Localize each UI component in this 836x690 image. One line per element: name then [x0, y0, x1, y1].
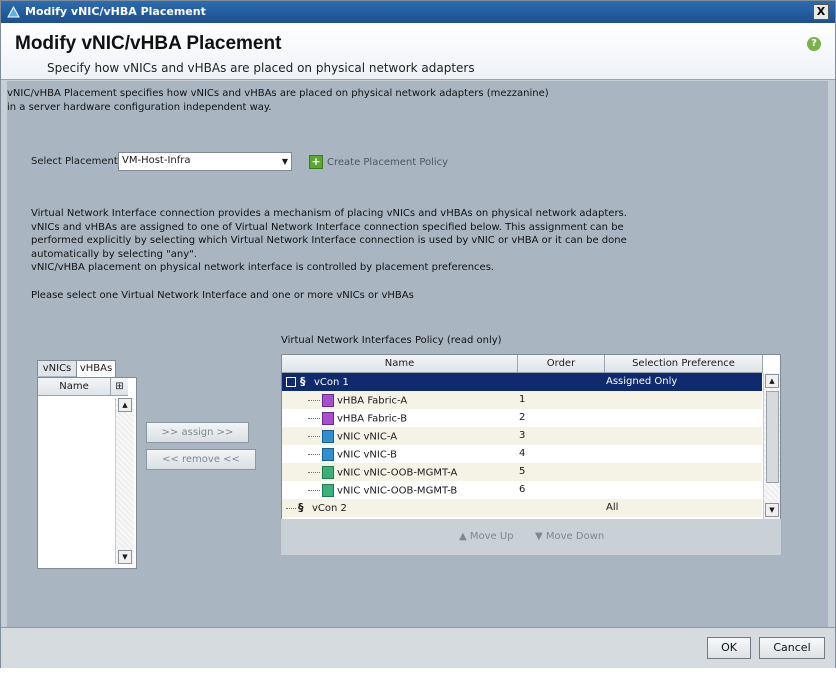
collapse-icon[interactable] — [286, 377, 296, 387]
tree-line — [308, 490, 320, 491]
tree-line — [308, 400, 320, 401]
row-name: vNIC vNIC-A — [337, 431, 398, 443]
create-placement-policy-link[interactable]: + Create Placement Policy — [309, 155, 448, 169]
tab-vhbas[interactable]: vHBAs — [76, 360, 116, 377]
title-bar[interactable]: Modify vNIC/vHBA Placement X — [1, 1, 835, 23]
row-order: 6 — [519, 484, 526, 495]
window-title: Modify vNIC/vHBA Placement — [25, 5, 206, 18]
scroll-down-icon[interactable]: ▼ — [765, 503, 779, 517]
app-icon — [7, 6, 20, 18]
vnic-oob-icon — [322, 484, 334, 497]
vhba-icon — [322, 412, 334, 425]
vhba-icon — [322, 394, 334, 407]
column-header-selection-preference[interactable]: Selection Preference — [605, 355, 763, 373]
description-line: vNICs and vHBAs are assigned to one of V… — [31, 221, 624, 233]
description-line: automatically by selecting "any". — [31, 248, 197, 260]
tree-line — [286, 507, 296, 509]
intro-line: in a server hardware configuration indep… — [7, 102, 272, 113]
move-down-button[interactable]: ▼ Move Down — [535, 531, 604, 542]
column-chooser-icon[interactable]: ⊞ — [111, 378, 128, 396]
list-scrollbar[interactable] — [115, 398, 134, 564]
tree-line — [308, 436, 320, 437]
placement-select-value: VM-Host-Infra — [122, 155, 191, 166]
dialog-window: Modify vNIC/vHBA Placement X Modify vNIC… — [0, 0, 836, 668]
description-line: vNIC/vHBA placement on physical network … — [31, 262, 495, 273]
tree-line — [308, 454, 320, 455]
adapter-list[interactable]: Name ⊞ ▲ ▼ — [37, 377, 137, 569]
row-name: vCon 2 — [312, 503, 347, 514]
chevron-down-icon[interactable]: ▼ — [282, 157, 288, 166]
vnic-icon — [322, 448, 334, 461]
move-toolbar: ▲ Move Up ▼ Move Down — [281, 519, 781, 555]
select-placement-label: Select Placement: — [31, 156, 122, 167]
vni-table-title: Virtual Network Interfaces Policy (read … — [281, 335, 502, 346]
row-order: 3 — [519, 430, 526, 441]
move-up-label: Move Up — [469, 531, 514, 542]
page-title: Modify vNIC/vHBA Placement — [15, 33, 282, 54]
table-row[interactable]: § vCon 1 Assigned Only — [282, 373, 762, 391]
row-name: vHBA Fabric-A — [337, 395, 408, 407]
vni-table: Name Order Selection Preference § vCon 1 … — [281, 354, 781, 520]
row-name: vNIC vNIC-B — [337, 449, 397, 461]
row-name: vHBA Fabric-B — [337, 413, 408, 425]
row-name: vCon 1 — [314, 377, 349, 388]
scroll-up-icon[interactable]: ▲ — [118, 398, 132, 412]
scroll-down-icon[interactable]: ▼ — [118, 550, 132, 564]
cancel-button[interactable]: Cancel — [759, 637, 825, 659]
move-down-label: Move Down — [545, 531, 605, 542]
vnic-oob-icon — [322, 466, 334, 479]
ok-button[interactable]: OK — [707, 637, 751, 659]
tree-line — [308, 418, 320, 419]
scroll-up-icon[interactable]: ▲ — [765, 374, 779, 388]
page-subtitle: Specify how vNICs and vHBAs are placed o… — [47, 61, 475, 75]
placement-select[interactable]: VM-Host-Infra ▼ — [118, 152, 292, 171]
arrow-down-icon: ▼ — [535, 531, 543, 542]
description-line: Virtual Network Interface connection pro… — [31, 208, 627, 219]
row-name: vNIC vNIC-OOB-MGMT-A — [337, 467, 458, 479]
table-row[interactable]: vHBA Fabric-A 1 — [282, 391, 762, 409]
column-header-order[interactable]: Order — [518, 355, 605, 373]
dialog-footer: OK Cancel — [1, 627, 835, 668]
instruction-text: Please select one Virtual Network Interf… — [31, 290, 414, 301]
scroll-thumb[interactable] — [766, 391, 779, 483]
table-row[interactable]: vHBA Fabric-B 2 — [282, 409, 762, 427]
table-row[interactable]: vNIC vNIC-OOB-MGMT-A 5 — [282, 463, 762, 481]
tree-line — [308, 472, 320, 473]
content-area: vNIC/vHBA Placement specifies how vNICs … — [7, 81, 828, 627]
column-header-name[interactable]: Name — [282, 355, 518, 373]
remove-button[interactable]: << remove << — [146, 449, 256, 470]
assign-button[interactable]: >> assign >> — [146, 422, 249, 443]
row-preference: All — [606, 502, 619, 513]
vcon-icon: § — [298, 501, 304, 514]
vnic-icon — [322, 430, 334, 443]
table-row[interactable]: vNIC vNIC-A 3 — [282, 427, 762, 445]
row-preference: Assigned Only — [606, 376, 678, 387]
plus-icon: + — [309, 155, 323, 169]
table-row[interactable]: vNIC vNIC-OOB-MGMT-B 6 — [282, 481, 762, 499]
row-order: 1 — [519, 394, 526, 405]
table-row[interactable]: § vCon 2 All — [282, 499, 762, 517]
vcon-icon: § — [300, 375, 306, 388]
table-scrollbar[interactable]: ▲ ▼ — [763, 373, 780, 519]
column-header-name[interactable]: Name — [38, 378, 111, 396]
description-line: performed explicitly by selecting which … — [31, 235, 627, 246]
tab-vnics[interactable]: vNICs — [37, 360, 77, 376]
row-order: 5 — [519, 466, 526, 477]
move-up-button[interactable]: ▲ Move Up — [459, 531, 514, 542]
row-order: 2 — [519, 412, 526, 423]
description-text: Virtual Network Interface connection pro… — [31, 207, 631, 275]
intro-text: vNIC/vHBA Placement specifies how vNICs … — [7, 87, 607, 115]
intro-line: vNIC/vHBA Placement specifies how vNICs … — [7, 88, 549, 99]
dialog-header: Modify vNIC/vHBA Placement Specify how v… — [1, 23, 835, 80]
table-row[interactable]: vNIC vNIC-B 4 — [282, 445, 762, 463]
arrow-up-icon: ▲ — [459, 531, 467, 542]
close-icon[interactable]: X — [813, 4, 829, 20]
help-icon[interactable]: ? — [807, 37, 821, 51]
row-order: 4 — [519, 448, 526, 459]
row-name: vNIC vNIC-OOB-MGMT-B — [337, 485, 458, 497]
create-placement-policy-label: Create Placement Policy — [327, 157, 449, 168]
